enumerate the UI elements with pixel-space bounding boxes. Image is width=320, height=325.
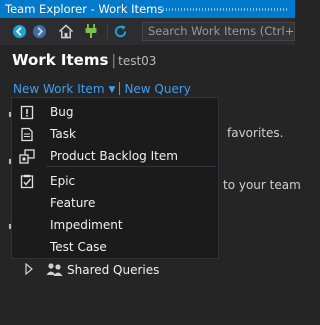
menu-item-feature[interactable]: Feature	[12, 192, 218, 214]
menu-item-task[interactable]: Task	[12, 123, 218, 145]
connect-icon[interactable]	[82, 22, 100, 40]
search-input[interactable]: Search Work Items (Ctrl+I)	[142, 22, 295, 41]
menu-item-label: Test Case	[50, 240, 107, 254]
title-separator: |	[111, 53, 117, 69]
task-icon	[19, 126, 35, 142]
title-bar-grip	[163, 8, 289, 11]
menu-item-label: Feature	[50, 196, 96, 210]
menu-item-label: Task	[50, 127, 76, 141]
favorites-hint-text: favorites.	[227, 126, 284, 140]
epic-icon	[19, 173, 35, 189]
home-icon[interactable]	[57, 22, 75, 40]
project-name: test03	[118, 54, 157, 68]
page-title: Work Items | test03	[12, 51, 156, 69]
menu-separator	[46, 166, 216, 167]
expand-arrow-icon[interactable]	[25, 263, 33, 275]
new-work-item-menu: Bug Task Product Backlog Item Epic Featu…	[11, 97, 219, 259]
menu-item-epic[interactable]: Epic	[12, 170, 218, 192]
team-icon	[46, 263, 63, 276]
menu-item-label: Product Backlog Item	[50, 149, 178, 163]
team-hint-text: to your team	[223, 178, 301, 192]
backlog-item-icon	[19, 148, 35, 164]
link-separator	[119, 82, 121, 95]
page-title-text: Work Items	[12, 51, 109, 69]
bug-icon	[19, 104, 35, 120]
menu-item-label: Impediment	[50, 218, 123, 232]
menu-item-product-backlog-item[interactable]: Product Backlog Item	[12, 145, 218, 167]
window-title: Team Explorer - Work Items	[5, 2, 164, 16]
menu-item-impediment[interactable]: Impediment	[12, 214, 218, 236]
window-title-bar: Team Explorer - Work Items	[0, 0, 295, 18]
menu-item-label: Bug	[50, 105, 74, 119]
shared-queries-label: Shared Queries	[67, 263, 160, 277]
menu-item-test-case[interactable]: Test Case	[12, 236, 218, 258]
menu-item-label: Epic	[50, 174, 76, 188]
action-links: New Work Item ▼ New Query	[13, 82, 191, 96]
refresh-icon[interactable]	[111, 22, 129, 40]
toolbar: Search Work Items (Ctrl+I)	[0, 18, 295, 45]
back-icon[interactable]	[10, 22, 28, 40]
menu-item-bug[interactable]: Bug	[12, 101, 218, 123]
toolbar-separator	[107, 24, 108, 39]
chevron-down-icon[interactable]: ▼	[109, 85, 116, 95]
forward-icon[interactable]	[30, 22, 48, 40]
new-work-item-link[interactable]: New Work Item	[13, 82, 105, 96]
new-query-link[interactable]: New Query	[124, 82, 190, 96]
